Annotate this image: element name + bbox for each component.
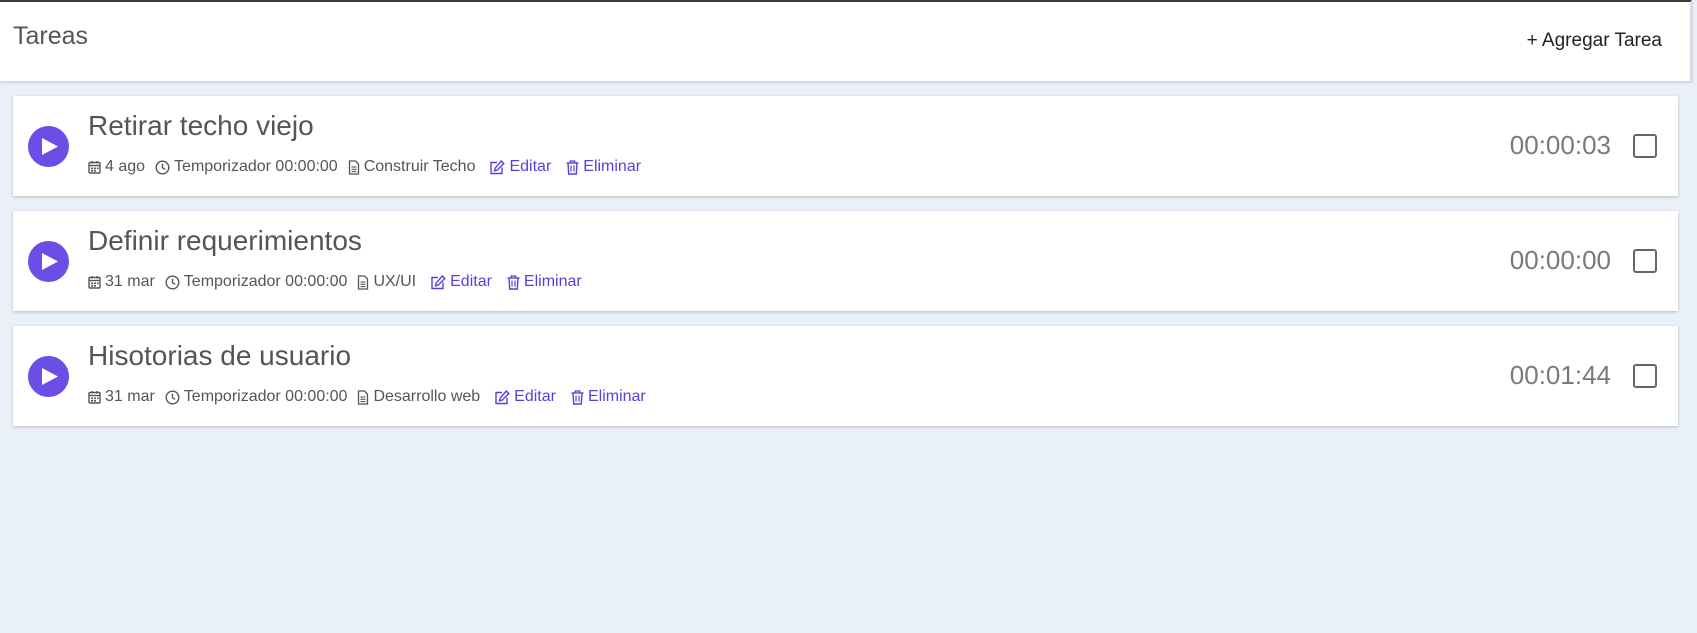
- calendar-icon: [88, 391, 101, 404]
- elapsed-time: 00:00:03: [1509, 130, 1611, 160]
- task-date: 4 ago: [88, 158, 145, 176]
- delete-link[interactable]: Eliminar: [571, 388, 646, 406]
- play-button[interactable]: [28, 126, 69, 167]
- task-title: Retirar techo viejo: [88, 110, 314, 141]
- app-window: Tareas + Agregar Tarea Retirar techo vie…: [0, 0, 1697, 633]
- clock-icon: [155, 159, 170, 175]
- page-title: Tareas: [13, 22, 89, 50]
- task-project-text: Construir Techo: [363, 158, 476, 175]
- task-date-text: 31 mar: [105, 273, 155, 290]
- task-meta: 4 ago Temporizador 00:00:00 Construir Te…: [88, 158, 652, 176]
- edit-link-label: Editar: [450, 273, 492, 290]
- task-project: UX/UI: [357, 273, 416, 291]
- edit-icon: [495, 389, 510, 404]
- edit-link[interactable]: Editar: [494, 388, 556, 406]
- elapsed-time: 00:01:44: [1509, 360, 1611, 390]
- task-timer-text: Temporizador 00:00:00: [183, 388, 348, 405]
- delete-link[interactable]: Eliminar: [507, 273, 582, 291]
- document-icon: [358, 389, 369, 405]
- task-card: Definir requerimientos 31 mar Temporizad…: [13, 211, 1678, 311]
- clock-icon: [165, 389, 180, 405]
- clock-icon: [165, 274, 180, 290]
- edit-link-label: Editar: [514, 388, 556, 405]
- trash-icon: [507, 274, 520, 290]
- delete-link-label: Eliminar: [523, 273, 582, 290]
- task-timer-text: Temporizador 00:00:00: [174, 158, 338, 175]
- play-icon: [42, 138, 58, 155]
- complete-checkbox[interactable]: [1633, 134, 1657, 158]
- delete-link-label: Eliminar: [587, 388, 646, 405]
- task-project-text: Desarrollo web: [373, 388, 481, 405]
- task-title: Definir requerimientos: [88, 225, 362, 256]
- task-timer: Temporizador 00:00:00: [155, 158, 338, 176]
- calendar-icon: [88, 161, 101, 174]
- task-project: Construir Techo: [348, 158, 476, 176]
- trash-icon: [566, 159, 579, 175]
- task-date: 31 mar: [88, 388, 155, 406]
- task-card: Hisotorias de usuario 31 mar Temporizado…: [13, 326, 1678, 426]
- task-date-text: 31 mar: [105, 388, 155, 405]
- task-project-text: UX/UI: [373, 273, 417, 290]
- delete-link[interactable]: Eliminar: [566, 158, 641, 176]
- play-icon: [42, 253, 58, 270]
- add-task-button[interactable]: + Agregar Tarea: [1527, 30, 1662, 52]
- complete-checkbox[interactable]: [1633, 364, 1657, 388]
- task-project: Desarrollo web: [357, 388, 480, 406]
- task-card: Retirar techo viejo 4 ago Temporizador 0…: [13, 96, 1678, 196]
- delete-link-label: Eliminar: [583, 158, 642, 175]
- edit-link[interactable]: Editar: [489, 158, 551, 176]
- task-title: Hisotorias de usuario: [88, 340, 352, 371]
- top-bar: Tareas + Agregar Tarea: [0, 0, 1692, 81]
- trash-icon: [571, 389, 584, 405]
- edit-link[interactable]: Editar: [430, 273, 492, 291]
- edit-link-label: Editar: [509, 158, 552, 175]
- edit-icon: [490, 159, 506, 174]
- task-timer-text: Temporizador 00:00:00: [183, 273, 348, 290]
- document-icon: [358, 274, 369, 290]
- calendar-icon: [88, 276, 101, 289]
- play-button[interactable]: [28, 356, 69, 397]
- task-date-text: 4 ago: [105, 158, 146, 175]
- edit-icon: [431, 274, 446, 289]
- task-timer: Temporizador 00:00:00: [165, 273, 348, 291]
- task-date: 31 mar: [88, 273, 155, 291]
- complete-checkbox[interactable]: [1633, 249, 1657, 273]
- task-timer: Temporizador 00:00:00: [165, 388, 348, 406]
- play-icon: [42, 368, 58, 385]
- task-meta: 31 mar Temporizador 00:00:00 UX/UI Edita…: [88, 273, 593, 291]
- document-icon: [348, 159, 359, 175]
- elapsed-time: 00:00:00: [1509, 245, 1611, 275]
- task-meta: 31 mar Temporizador 00:00:00 Desarrollo …: [88, 388, 657, 406]
- play-button[interactable]: [28, 241, 69, 282]
- task-list: Retirar techo viejo 4 ago Temporizador 0…: [13, 96, 1678, 441]
